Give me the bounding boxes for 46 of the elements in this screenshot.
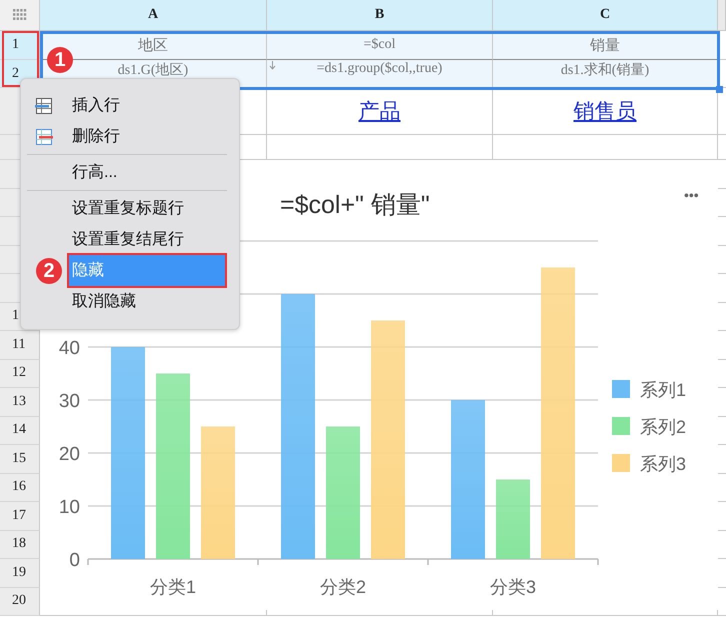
menu-item[interactable]: 设置重复结尾行 bbox=[69, 224, 225, 255]
row-number[interactable]: 17 bbox=[0, 502, 40, 530]
formula-text: ds1.求和(销量) bbox=[560, 62, 650, 79]
cell-text: 地区 bbox=[138, 36, 168, 54]
legend-label: 系列1 bbox=[640, 380, 686, 400]
axis-tick-label: 30 bbox=[58, 391, 80, 412]
chart-title: =$col+" 销量" bbox=[280, 191, 430, 219]
menu-item[interactable]: 删除行 bbox=[69, 121, 225, 152]
row-number[interactable]: 15 bbox=[0, 445, 40, 474]
legend-label: 系列2 bbox=[640, 417, 686, 437]
menu-item[interactable]: 插入行 bbox=[69, 90, 225, 121]
fill-handle[interactable] bbox=[716, 86, 723, 93]
row-number[interactable]: 14 bbox=[0, 416, 40, 445]
down-arrow-icon bbox=[269, 61, 276, 70]
category-label: 分类2 bbox=[320, 577, 366, 597]
table-delete-icon bbox=[35, 128, 53, 146]
header-filler bbox=[718, 0, 726, 31]
more-icon[interactable]: ••• bbox=[684, 187, 699, 203]
formula-text: =$col bbox=[364, 37, 396, 53]
legend-label: 系列3 bbox=[640, 454, 686, 474]
row-number[interactable]: 13 bbox=[0, 388, 40, 416]
category-label: 分类1 bbox=[150, 577, 196, 597]
select-all-icon[interactable] bbox=[0, 0, 40, 31]
category-label: 分类3 bbox=[490, 577, 536, 597]
table-insert-icon bbox=[35, 96, 53, 114]
row-number[interactable]: 16 bbox=[0, 474, 40, 502]
column-header[interactable]: A bbox=[40, 0, 267, 31]
formula-text: =ds1.group($col,,true) bbox=[316, 61, 442, 77]
menu-item[interactable]: 取消隐藏 bbox=[69, 286, 225, 317]
formula-text: ds1.G(地区) bbox=[118, 62, 188, 79]
row-number[interactable]: 11 bbox=[0, 331, 40, 360]
column-header[interactable]: C bbox=[493, 0, 718, 31]
cell-text: 销量 bbox=[590, 36, 620, 54]
menu-item[interactable]: 设置重复标题行 bbox=[69, 193, 225, 224]
axis-tick-label: 0 bbox=[69, 550, 80, 571]
row-number[interactable]: 18 bbox=[0, 530, 40, 559]
axis-tick-label: 10 bbox=[58, 497, 80, 518]
row-number[interactable]: 20 bbox=[0, 588, 40, 616]
cell-link[interactable]: 销售员 bbox=[574, 97, 636, 125]
column-header[interactable]: B bbox=[267, 0, 493, 31]
axis-tick-label: 40 bbox=[58, 338, 80, 359]
cell-link[interactable]: 产品 bbox=[358, 97, 400, 125]
menu-item[interactable]: 行高... bbox=[69, 157, 225, 188]
row-number[interactable]: 19 bbox=[0, 559, 40, 588]
row-number[interactable]: 12 bbox=[0, 360, 40, 388]
axis-tick-label: 20 bbox=[58, 444, 80, 465]
